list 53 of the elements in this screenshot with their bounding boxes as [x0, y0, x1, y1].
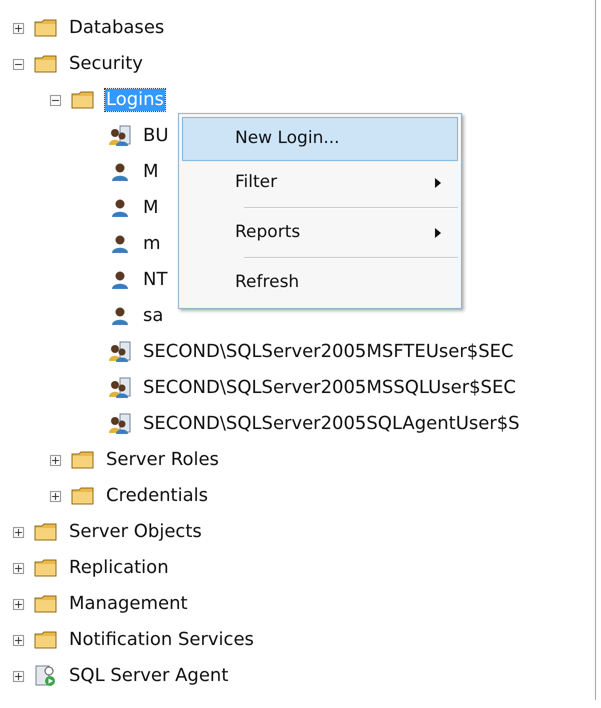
- tree-item[interactable]: Notification Services: [68, 629, 255, 651]
- expand-icon[interactable]: [12, 22, 24, 34]
- user-group-icon: [108, 125, 132, 147]
- tree-item[interactable]: Management: [68, 593, 189, 615]
- tree-item[interactable]: M: [142, 161, 160, 183]
- tree-item[interactable]: Replication: [68, 557, 170, 579]
- user-icon: [110, 162, 130, 182]
- expand-icon[interactable]: [12, 526, 24, 538]
- folder-icon: [34, 55, 58, 73]
- menu-item[interactable]: Filter: [182, 161, 458, 205]
- collapse-icon[interactable]: [12, 58, 24, 70]
- tree-item[interactable]: M: [142, 197, 160, 219]
- tree-item[interactable]: SECOND\SQLServer2005MSSQLUser$SEC: [142, 377, 517, 399]
- tree-item[interactable]: Server Objects: [68, 521, 203, 543]
- tree-item[interactable]: Credentials: [105, 485, 210, 507]
- tree-item[interactable]: SQL Server Agent: [68, 665, 230, 687]
- tree-item[interactable]: m: [142, 233, 162, 255]
- expand-icon[interactable]: [12, 634, 24, 646]
- folder-icon: [71, 91, 95, 109]
- folder-icon: [34, 631, 58, 649]
- agent-icon: [34, 665, 58, 687]
- user-group-icon: [108, 377, 132, 399]
- tree-item[interactable]: sa: [142, 305, 164, 327]
- tree-item[interactable]: SECOND\SQLServer2005MSFTEUser$SEC: [142, 341, 515, 363]
- user-group-icon: [108, 413, 132, 435]
- tree-item[interactable]: SECOND\SQLServer2005SQLAgentUser$S: [142, 413, 521, 435]
- folder-icon: [71, 451, 95, 469]
- folder-icon: [71, 487, 95, 505]
- menu-item[interactable]: Reports: [182, 211, 458, 255]
- expand-icon[interactable]: [12, 598, 24, 610]
- expand-icon[interactable]: [50, 454, 60, 466]
- collapse-icon[interactable]: [50, 94, 60, 106]
- expand-icon[interactable]: [12, 562, 24, 574]
- menu-item[interactable]: New Login...: [182, 117, 458, 161]
- expand-icon[interactable]: [12, 670, 24, 682]
- tree-item[interactable]: Server Roles: [105, 449, 220, 471]
- tree-item[interactable]: NT: [142, 269, 168, 291]
- submenu-arrow-icon: [435, 178, 441, 188]
- menu-item[interactable]: Refresh: [182, 261, 458, 305]
- user-icon: [110, 234, 130, 254]
- tree-item[interactable]: Security: [68, 53, 144, 75]
- tree-item[interactable]: BU: [142, 125, 170, 147]
- user-icon: [110, 306, 130, 326]
- folder-icon: [34, 523, 58, 541]
- expand-icon[interactable]: [50, 490, 60, 502]
- folder-icon: [34, 595, 58, 613]
- tree-item[interactable]: Databases: [68, 17, 166, 39]
- folder-icon: [34, 19, 58, 37]
- submenu-arrow-icon: [435, 228, 441, 238]
- user-group-icon: [108, 341, 132, 363]
- folder-icon: [34, 559, 58, 577]
- user-icon: [110, 198, 130, 218]
- user-icon: [110, 270, 130, 290]
